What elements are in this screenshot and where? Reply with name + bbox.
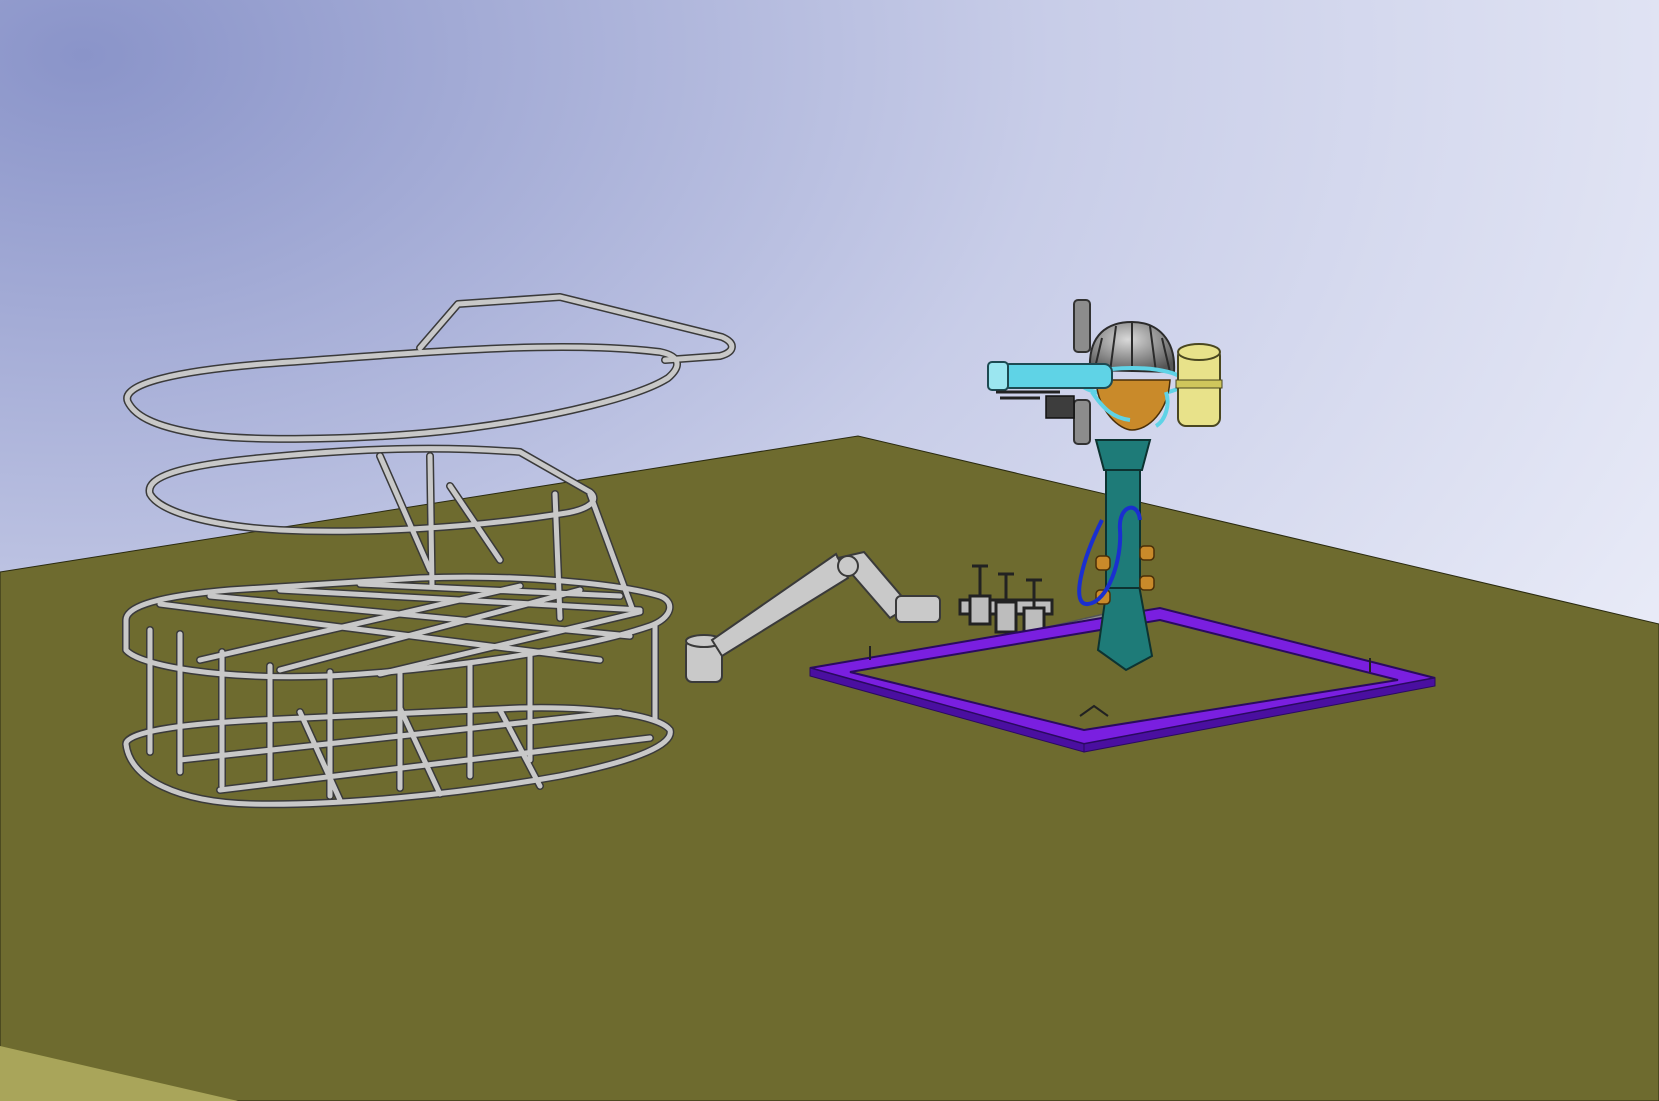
canister-band [1175,379,1223,389]
camera-unit [1001,363,1113,389]
mast-lower [1073,399,1091,445]
arm-wrist [895,595,941,623]
arm-elbow-joint [837,555,859,577]
canister-cap [1177,343,1221,361]
clamp-4 [1139,575,1155,591]
camera-bracket [1045,395,1075,419]
column-neck [1094,439,1152,471]
camera-lens [987,361,1009,391]
3d-scene [0,0,1659,1101]
cad-viewport[interactable] [0,0,1659,1101]
clamp-1 [1095,555,1111,571]
mast-stub [1073,299,1091,353]
clamp-2 [1139,545,1155,561]
